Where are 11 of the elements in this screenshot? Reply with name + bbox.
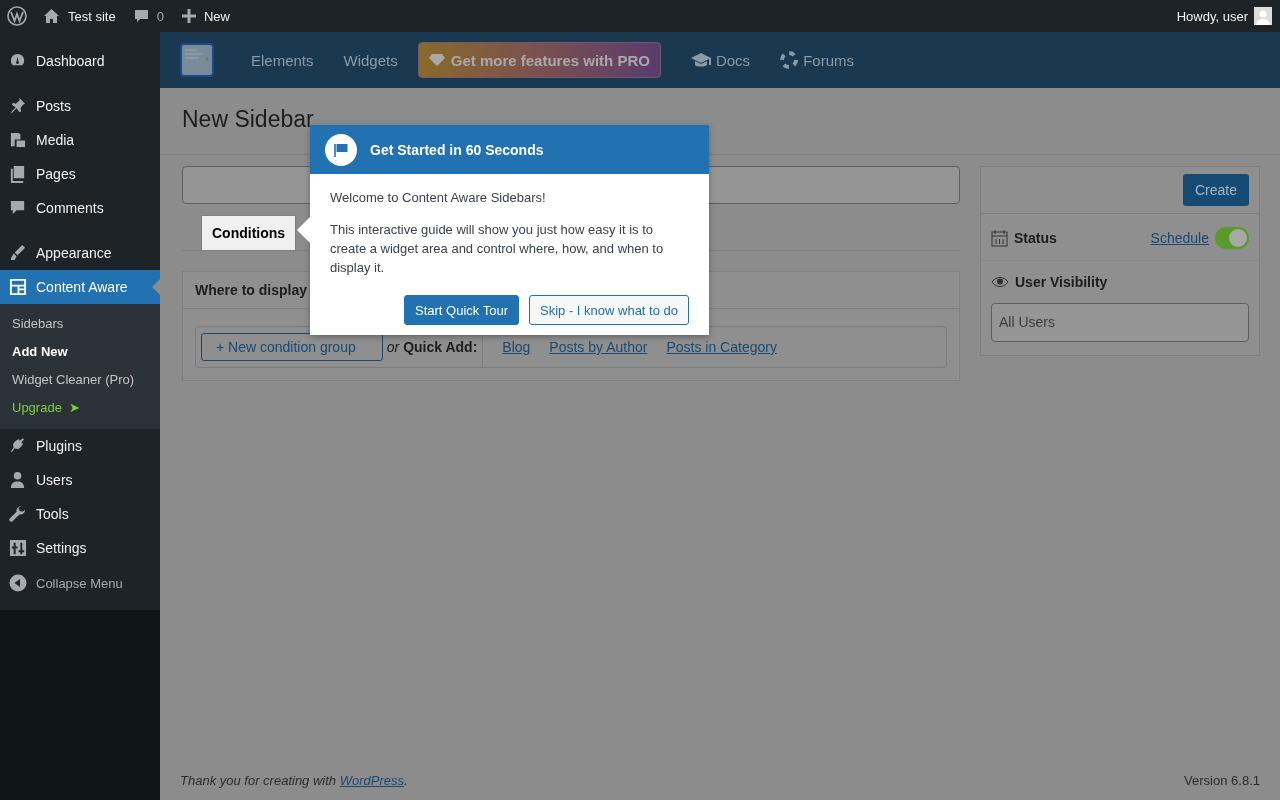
- version-text: Version 6.8.1: [1184, 773, 1260, 788]
- status-label: Status: [1014, 229, 1057, 246]
- arrow-icon: ➤: [69, 400, 81, 415]
- or-label: or: [386, 339, 400, 355]
- popup-title: Get Started in 60 Seconds: [370, 141, 544, 158]
- footer-text: Thank you for creating with WordPress.: [180, 773, 408, 788]
- popup-text: This interactive guide will show you just how easy it is to create a widget area and control where, how, and when to display it.: [330, 221, 665, 277]
- user-visibility-label: User Visibility: [1015, 274, 1108, 290]
- page-title: New Sidebar: [182, 105, 314, 134]
- panel-title: Where to display: [195, 282, 308, 298]
- popup-text: Welcome to Content Aware Sidebars!: [330, 189, 547, 207]
